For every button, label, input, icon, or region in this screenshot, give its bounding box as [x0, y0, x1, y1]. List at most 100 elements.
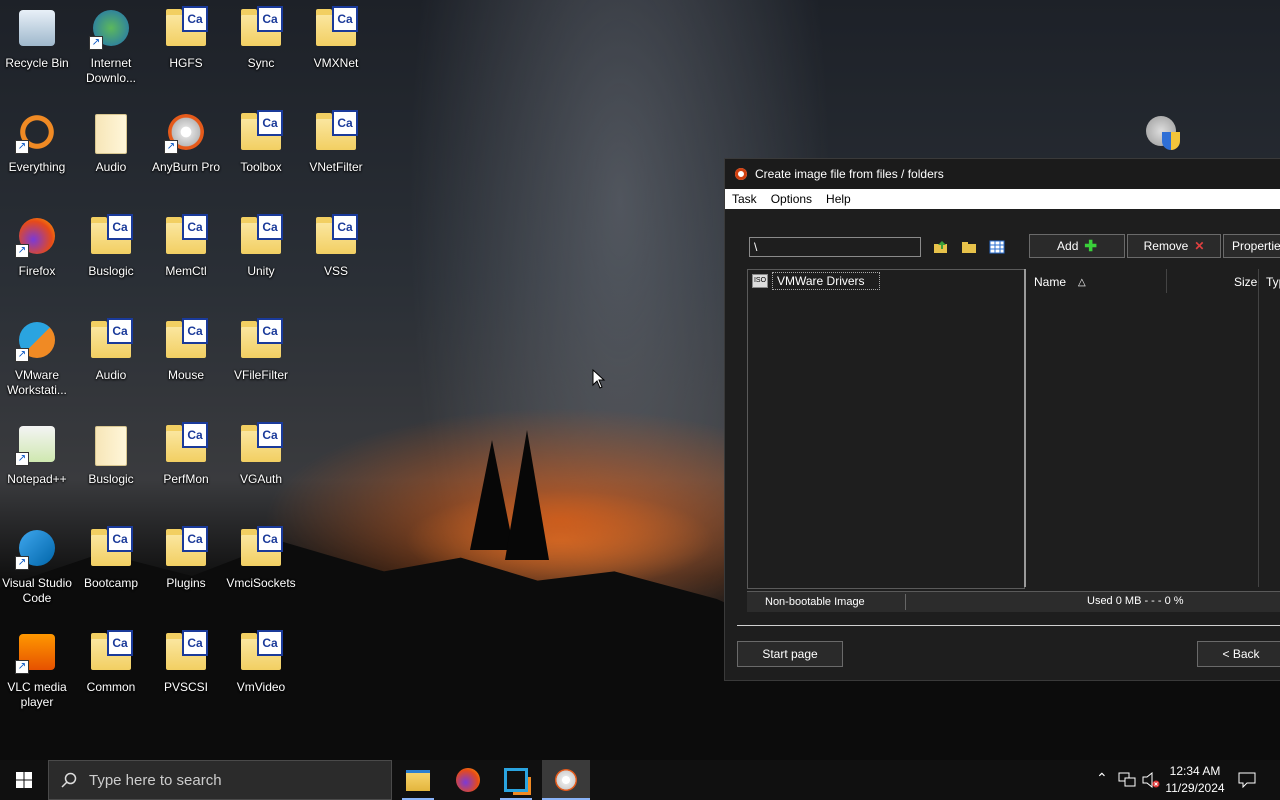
vlc-icon: ↗ — [13, 628, 61, 676]
desktop-icon[interactable]: Ca Bootcamp — [74, 524, 148, 591]
file-list[interactable]: Name △ Size Typ — [1024, 269, 1280, 587]
folder-icon: Ca — [237, 628, 285, 676]
start-button[interactable] — [0, 760, 48, 800]
anyburn-icon: ↗ — [162, 108, 210, 156]
taskbar-firefox[interactable] — [444, 760, 492, 800]
tree-item[interactable]: ISO VMWare Drivers — [752, 272, 880, 290]
taskbar-vmware[interactable] — [492, 760, 540, 800]
folder-icon: Ca — [162, 316, 210, 364]
desktop-icon-label: Sync — [247, 56, 275, 70]
desktop-icon[interactable]: Ca VSS — [299, 212, 373, 279]
desktop-icon[interactable]: Ca VFileFilter — [224, 316, 298, 383]
volume-muted-icon[interactable] — [1142, 772, 1160, 788]
x-icon: ✕ — [1194, 239, 1205, 253]
desktop-icon[interactable]: Ca Sync — [224, 4, 298, 71]
remove-button-label: Remove — [1143, 239, 1189, 253]
menu-help[interactable]: Help — [819, 192, 858, 206]
folder-icon: Ca — [237, 212, 285, 260]
desktop-icon[interactable]: ↗ AnyBurn Pro — [149, 108, 223, 175]
desktop-icon[interactable]: Ca MemCtl — [149, 212, 223, 279]
desktop-icon-label: Recycle Bin — [5, 56, 69, 70]
menu-options[interactable]: Options — [764, 192, 819, 206]
anyburn-icon — [555, 769, 577, 791]
folder-icon: Ca — [312, 4, 360, 52]
desktop-icon[interactable]: ↗ VMware Workstati... — [0, 316, 74, 398]
create-image-dialog: Create image file from files / folders T… — [724, 158, 1280, 681]
column-type[interactable]: Typ — [1266, 275, 1280, 289]
search-placeholder: Type here to search — [89, 771, 222, 789]
desktop-icon[interactable]: Ca Mouse — [149, 316, 223, 383]
remove-button[interactable]: Remove ✕ — [1127, 234, 1221, 258]
column-name[interactable]: Name △ — [1034, 275, 1086, 289]
start-page-button[interactable]: Start page — [737, 641, 843, 667]
column-divider — [1166, 269, 1167, 293]
desktop-icon-label: Audio — [95, 160, 127, 174]
desktop-icon[interactable]: Ca VNetFilter — [299, 108, 373, 175]
desktop-icon[interactable]: Ca VmciSockets — [224, 524, 298, 591]
desktop-icon[interactable]: Ca Buslogic — [74, 212, 148, 279]
setup-icon[interactable] — [1140, 112, 1184, 156]
desktop-icon[interactable]: Ca Audio — [74, 316, 148, 383]
status-bar: Non-bootable Image Used 0 MB - - - 0 % — [747, 591, 1280, 612]
taskbar-search[interactable]: Type here to search — [48, 760, 392, 800]
taskbar-anyburn[interactable] — [542, 760, 590, 800]
wallpaper-tree — [505, 430, 549, 560]
desktop-icon[interactable]: Ca VGAuth — [224, 420, 298, 487]
sort-ascending-icon: △ — [1078, 276, 1086, 288]
desktop-icon[interactable]: Ca PerfMon — [149, 420, 223, 487]
folder-icon — [87, 108, 135, 156]
add-button[interactable]: Add ✚ — [1029, 234, 1125, 258]
clock[interactable]: 12:34 AM 11/29/2024 — [1164, 763, 1226, 797]
desktop-icon[interactable]: Ca VmVideo — [224, 628, 298, 695]
menu-task[interactable]: Task — [725, 192, 764, 206]
properties-button[interactable]: Propertie — [1223, 234, 1280, 258]
desktop-icon-label: MemCtl — [165, 264, 207, 278]
desktop-icon-label: PerfMon — [163, 472, 209, 486]
desktop-icon-label: VSS — [323, 264, 348, 278]
folder-tree[interactable]: ISO VMWare Drivers — [747, 269, 1025, 589]
desktop-icon-label: Visual Studio Code — [2, 576, 72, 605]
desktop-icon-label: Buslogic — [88, 472, 134, 486]
notification-icon[interactable] — [1238, 772, 1256, 788]
folder-icon: Ca — [237, 316, 285, 364]
details-view-icon[interactable] — [989, 239, 1005, 255]
desktop-icon[interactable]: Ca Toolbox — [224, 108, 298, 175]
desktop-icon[interactable]: ↗ Visual Studio Code — [0, 524, 74, 606]
network-icon[interactable] — [1118, 772, 1136, 788]
folder-icon: Ca — [237, 524, 285, 572]
desktop-icon[interactable]: Ca HGFS — [149, 4, 223, 71]
back-button[interactable]: < Back — [1197, 641, 1280, 667]
taskbar-file-explorer[interactable] — [394, 760, 442, 800]
clock-time: 12:34 AM — [1169, 764, 1221, 778]
path-input[interactable]: \ — [749, 237, 921, 257]
folder-up-icon[interactable] — [933, 239, 949, 255]
desktop-icon[interactable]: Recycle Bin — [0, 4, 74, 71]
chevron-up-icon[interactable]: ⌃ — [1096, 770, 1108, 787]
idm-icon: ↗ — [87, 4, 135, 52]
desktop-icon[interactable]: ↗ Notepad++ — [0, 420, 74, 487]
desktop-icon[interactable]: ↗ Internet Downlo... — [74, 4, 148, 86]
folder-icon: Ca — [162, 420, 210, 468]
add-button-label: Add — [1057, 239, 1079, 253]
new-folder-icon[interactable] — [961, 239, 977, 255]
desktop-icon[interactable]: ↗ Everything — [0, 108, 74, 175]
desktop-icon[interactable]: Ca Unity — [224, 212, 298, 279]
clock-date: 11/29/2024 — [1165, 781, 1225, 795]
vmware-icon: ↗ — [13, 316, 61, 364]
desktop-icon[interactable]: ↗ VLC media player — [0, 628, 74, 710]
desktop-icon-label: Notepad++ — [7, 472, 67, 486]
desktop-icon[interactable]: Ca VMXNet — [299, 4, 373, 71]
anyburn-icon — [735, 168, 747, 180]
column-size[interactable]: Size — [1234, 275, 1257, 289]
desktop-icon[interactable]: Audio — [74, 108, 148, 175]
desktop-icon-label: Toolbox — [240, 160, 282, 174]
desktop-icon[interactable]: Ca PVSCSI — [149, 628, 223, 695]
folder-icon: Ca — [162, 524, 210, 572]
desktop-icon[interactable]: ↗ Firefox — [0, 212, 74, 279]
desktop-icon[interactable]: Buslogic — [74, 420, 148, 487]
folder-icon: Ca — [87, 316, 135, 364]
firefox-icon: ↗ — [13, 212, 61, 260]
desktop-icon[interactable]: Ca Common — [74, 628, 148, 695]
dialog-titlebar[interactable]: Create image file from files / folders — [725, 159, 1280, 189]
desktop-icon[interactable]: Ca Plugins — [149, 524, 223, 591]
